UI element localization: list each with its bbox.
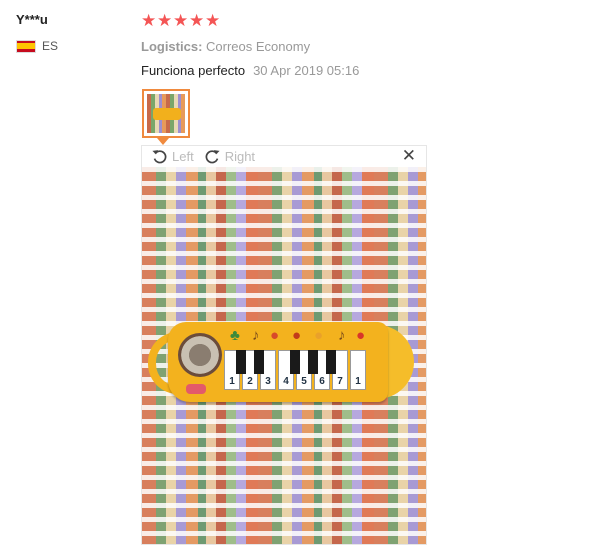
review-text: Funciona perfecto (141, 63, 246, 78)
rotate-right-label: Right (224, 149, 256, 164)
star-icon: ★ (141, 11, 157, 30)
palm-tree-icon: ♣ (230, 327, 240, 344)
toy-dial (178, 333, 222, 377)
piano-black-key (308, 350, 318, 374)
rotate-left-icon (152, 150, 167, 164)
logistics-label: Logistics: (141, 39, 203, 54)
music-note-icon: ♪ (252, 327, 260, 344)
piano-key: 1 (350, 350, 366, 390)
logistics-info: Logistics: Correos Economy (141, 39, 310, 54)
viewer-toolbar: Left Right ✕ (142, 146, 426, 167)
fruit-icon: ● (292, 327, 302, 344)
review-photo-thumbnail[interactable] (142, 89, 190, 138)
piano-black-key (326, 350, 336, 374)
fruit-icon: ● (314, 327, 324, 344)
fruit-icon: ● (356, 327, 366, 344)
spain-flag-icon (16, 39, 36, 53)
review-photo-large: ♣ ♪ ● ● ● ♪ ● 1 2 3 4 5 6 7 1 (142, 167, 426, 544)
photo-viewer: Left Right ✕ ♣ ♪ ● ● ● ♪ ● 1 2 3 4 5 6 7… (141, 145, 427, 545)
review-content: Funciona perfecto 30 Apr 2019 05:16 (141, 63, 359, 78)
piano-black-key (254, 350, 264, 374)
fruit-icon: ● (270, 327, 280, 344)
thumbnail-image (147, 94, 185, 133)
rotate-left-label: Left (172, 149, 194, 164)
star-icon: ★ (173, 11, 189, 30)
star-icon: ★ (205, 11, 221, 30)
star-rating: ★ ★ ★ ★ ★ (141, 10, 220, 32)
star-icon: ★ (157, 11, 173, 30)
review-date: 30 Apr 2019 05:16 (253, 63, 360, 78)
piano-black-key (290, 350, 300, 374)
thumbnail-pointer (157, 138, 169, 145)
logistics-value: Correos Economy (206, 39, 311, 54)
reviewer-country: ES (16, 39, 58, 53)
piano-black-key (236, 350, 246, 374)
toy-red-button (186, 384, 206, 394)
rotate-right-button[interactable]: Right (204, 148, 255, 165)
close-icon[interactable]: ✕ (402, 147, 416, 165)
reviewer-name: Y***u (16, 12, 48, 27)
country-code: ES (42, 39, 59, 53)
star-icon: ★ (189, 11, 205, 30)
rotate-left-button[interactable]: Left (151, 148, 194, 165)
music-note-icon: ♪ (338, 327, 346, 344)
rotate-right-icon (205, 150, 220, 164)
